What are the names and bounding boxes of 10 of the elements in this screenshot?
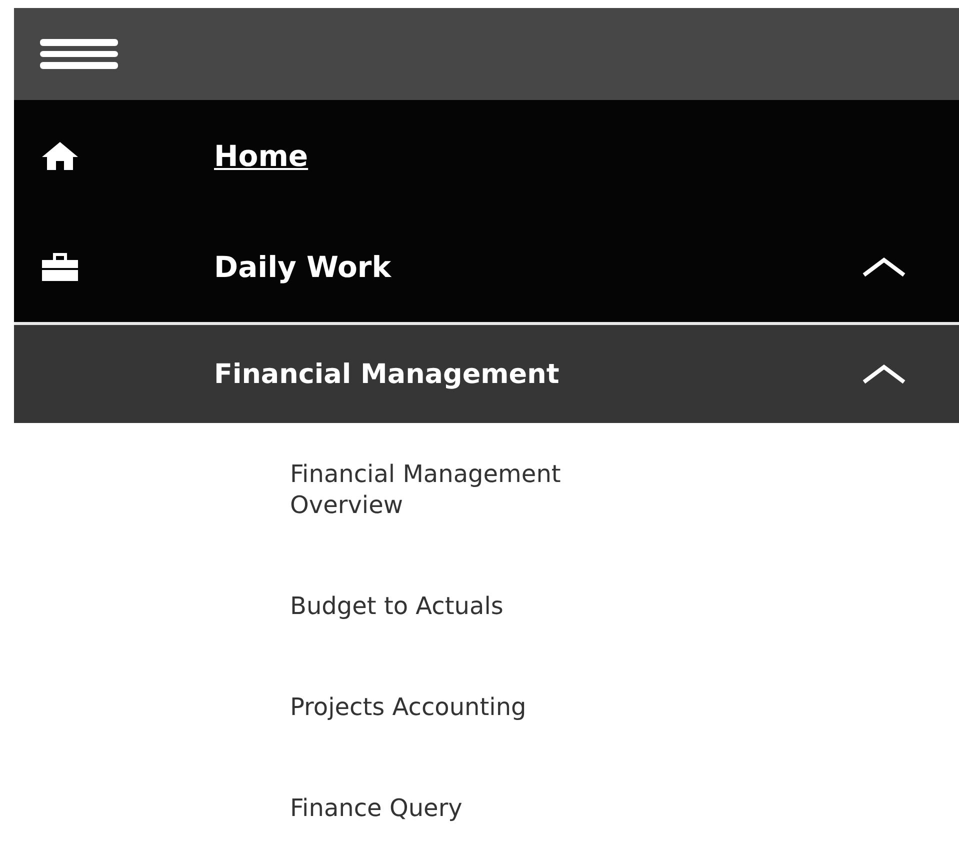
chevron-icon[interactable] (861, 363, 907, 385)
menu-icon (40, 37, 120, 71)
chevron-icon[interactable] (861, 256, 907, 278)
menu-button[interactable] (40, 37, 120, 71)
submenu-link[interactable]: Budget to Actuals (290, 555, 650, 656)
submenu-link[interactable]: Financial Management Overview (290, 423, 650, 555)
submenu-link[interactable]: Finance Query (290, 757, 650, 842)
submenu-link[interactable]: Projects Accounting (290, 656, 650, 757)
home-icon (40, 140, 80, 172)
toolbox-icon (40, 251, 80, 283)
